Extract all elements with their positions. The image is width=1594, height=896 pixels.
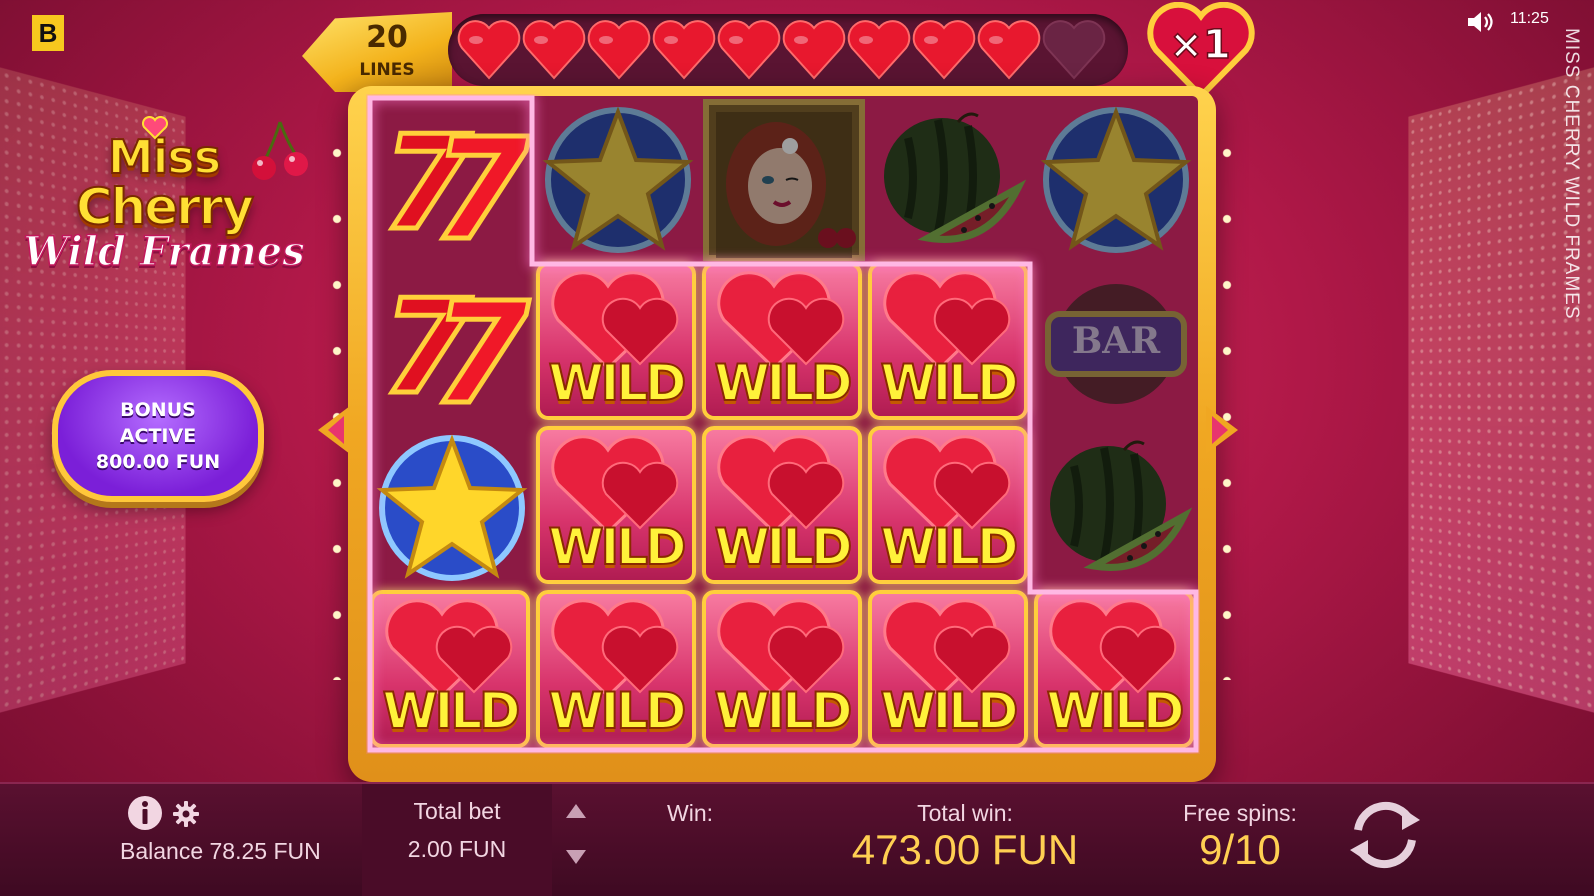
logo-line-wild-frames: Wild Frames bbox=[23, 227, 306, 276]
total-win-label: Total win: bbox=[917, 800, 1013, 826]
wild-symbol: WILD bbox=[702, 426, 862, 584]
wild-symbol: WILD bbox=[1034, 590, 1194, 748]
bonus-active-badge: BONUS ACTIVE 800.00 FUN bbox=[52, 370, 264, 502]
wild-label: WILD bbox=[713, 517, 853, 577]
reel-grid: 7 7 7 7 WILD WILD WILD WILD WILD WILD WILD WILD WILD… bbox=[368, 96, 1198, 752]
free-spins-value: 9/10 bbox=[1199, 826, 1281, 873]
wild-label: WILD bbox=[547, 681, 687, 741]
wild-label: WILD bbox=[879, 517, 1019, 577]
win-multiplier: ×1 bbox=[1169, 21, 1232, 69]
star-symbol bbox=[370, 426, 534, 590]
wild-symbol: WILD bbox=[536, 262, 696, 420]
wild-symbol: WILD bbox=[868, 262, 1028, 420]
meter-heart-empty-icon bbox=[1042, 20, 1106, 80]
bonus-status: ACTIVE bbox=[119, 425, 197, 447]
watermelon-symbol bbox=[1034, 426, 1198, 590]
wild-symbol: WILD bbox=[702, 262, 862, 420]
meter-heart-filled-icon bbox=[652, 20, 716, 80]
bar-label: BAR bbox=[1071, 320, 1161, 362]
frame-arrow-left-icon bbox=[318, 406, 350, 454]
wild-label: WILD bbox=[879, 681, 1019, 741]
hearts-progress-meter bbox=[448, 14, 1128, 86]
bet-increase-arrow-icon[interactable] bbox=[564, 802, 588, 820]
meter-heart-filled-icon bbox=[782, 20, 846, 80]
total-bet-value: 2.00 FUN bbox=[407, 836, 507, 862]
sound-icon[interactable] bbox=[1466, 10, 1494, 34]
wild-symbol: WILD bbox=[702, 590, 862, 748]
frame-arrow-right-icon bbox=[1206, 406, 1238, 454]
meter-heart-filled-icon bbox=[912, 20, 976, 80]
wild-symbol: WILD bbox=[536, 426, 696, 584]
bonus-amount: 800.00 FUN bbox=[95, 451, 221, 473]
svg-text:7: 7 bbox=[432, 273, 530, 426]
win-label: Win: bbox=[667, 800, 713, 826]
bar-symbol: BAR bbox=[1034, 262, 1198, 426]
gear-icon[interactable] bbox=[172, 800, 200, 828]
clock: 11:25 bbox=[1510, 10, 1549, 27]
sevens-symbol: 77 bbox=[370, 98, 534, 275]
meter-heart-filled-icon bbox=[847, 20, 911, 80]
total-bet-panel: Total bet 2.00 FUN bbox=[362, 784, 552, 896]
bonus-label: BONUS bbox=[120, 399, 196, 421]
bet-decrease-arrow-icon[interactable] bbox=[564, 848, 588, 866]
info-icon[interactable] bbox=[126, 794, 164, 832]
wild-symbol: WILD bbox=[370, 590, 530, 748]
wild-label: WILD bbox=[713, 353, 853, 413]
star-symbol bbox=[1034, 98, 1198, 262]
lady-symbol bbox=[702, 98, 866, 262]
lines-badge: 20 LINES bbox=[302, 12, 452, 92]
frame-lights-right bbox=[1222, 120, 1232, 680]
total-bet-label: Total bet bbox=[413, 798, 501, 824]
bottom-control-bar: Balance 78.25 FUN Total bet 2.00 FUN Win… bbox=[0, 782, 1594, 896]
balance-display: Balance 78.25 FUN bbox=[120, 838, 321, 864]
wild-label: WILD bbox=[381, 681, 521, 741]
cherry-icon bbox=[252, 121, 308, 180]
meter-heart-filled-icon bbox=[587, 20, 651, 80]
wild-label: WILD bbox=[547, 353, 687, 413]
wild-label: WILD bbox=[879, 353, 1019, 413]
frame-lights-left bbox=[332, 120, 342, 680]
meter-heart-filled-icon bbox=[977, 20, 1041, 80]
spin-button-icon[interactable] bbox=[1340, 790, 1430, 880]
logo-heart-icon bbox=[142, 116, 168, 140]
lines-count: 20 bbox=[366, 20, 408, 55]
wild-symbol: WILD bbox=[536, 590, 696, 748]
game-title-vertical: MISS CHERRY WILD FRAMES bbox=[1561, 28, 1582, 320]
meter-heart-filled-icon bbox=[717, 20, 781, 80]
wild-symbol: WILD bbox=[868, 590, 1028, 748]
lines-label: LINES bbox=[359, 60, 415, 80]
svg-text:7: 7 bbox=[432, 109, 530, 262]
wild-symbol: WILD bbox=[868, 426, 1028, 584]
sevens-symbol: 77 bbox=[370, 262, 534, 439]
brand-logo[interactable]: B bbox=[32, 15, 64, 51]
star-symbol bbox=[536, 98, 700, 262]
free-spins-label: Free spins: bbox=[1183, 800, 1297, 826]
wild-label: WILD bbox=[713, 681, 853, 741]
meter-heart-filled-icon bbox=[522, 20, 586, 80]
wild-label: WILD bbox=[1045, 681, 1185, 741]
wild-label: WILD bbox=[547, 517, 687, 577]
total-win-value: 473.00 FUN bbox=[851, 826, 1079, 873]
watermelon-symbol bbox=[868, 98, 1032, 262]
meter-heart-filled-icon bbox=[457, 20, 521, 80]
